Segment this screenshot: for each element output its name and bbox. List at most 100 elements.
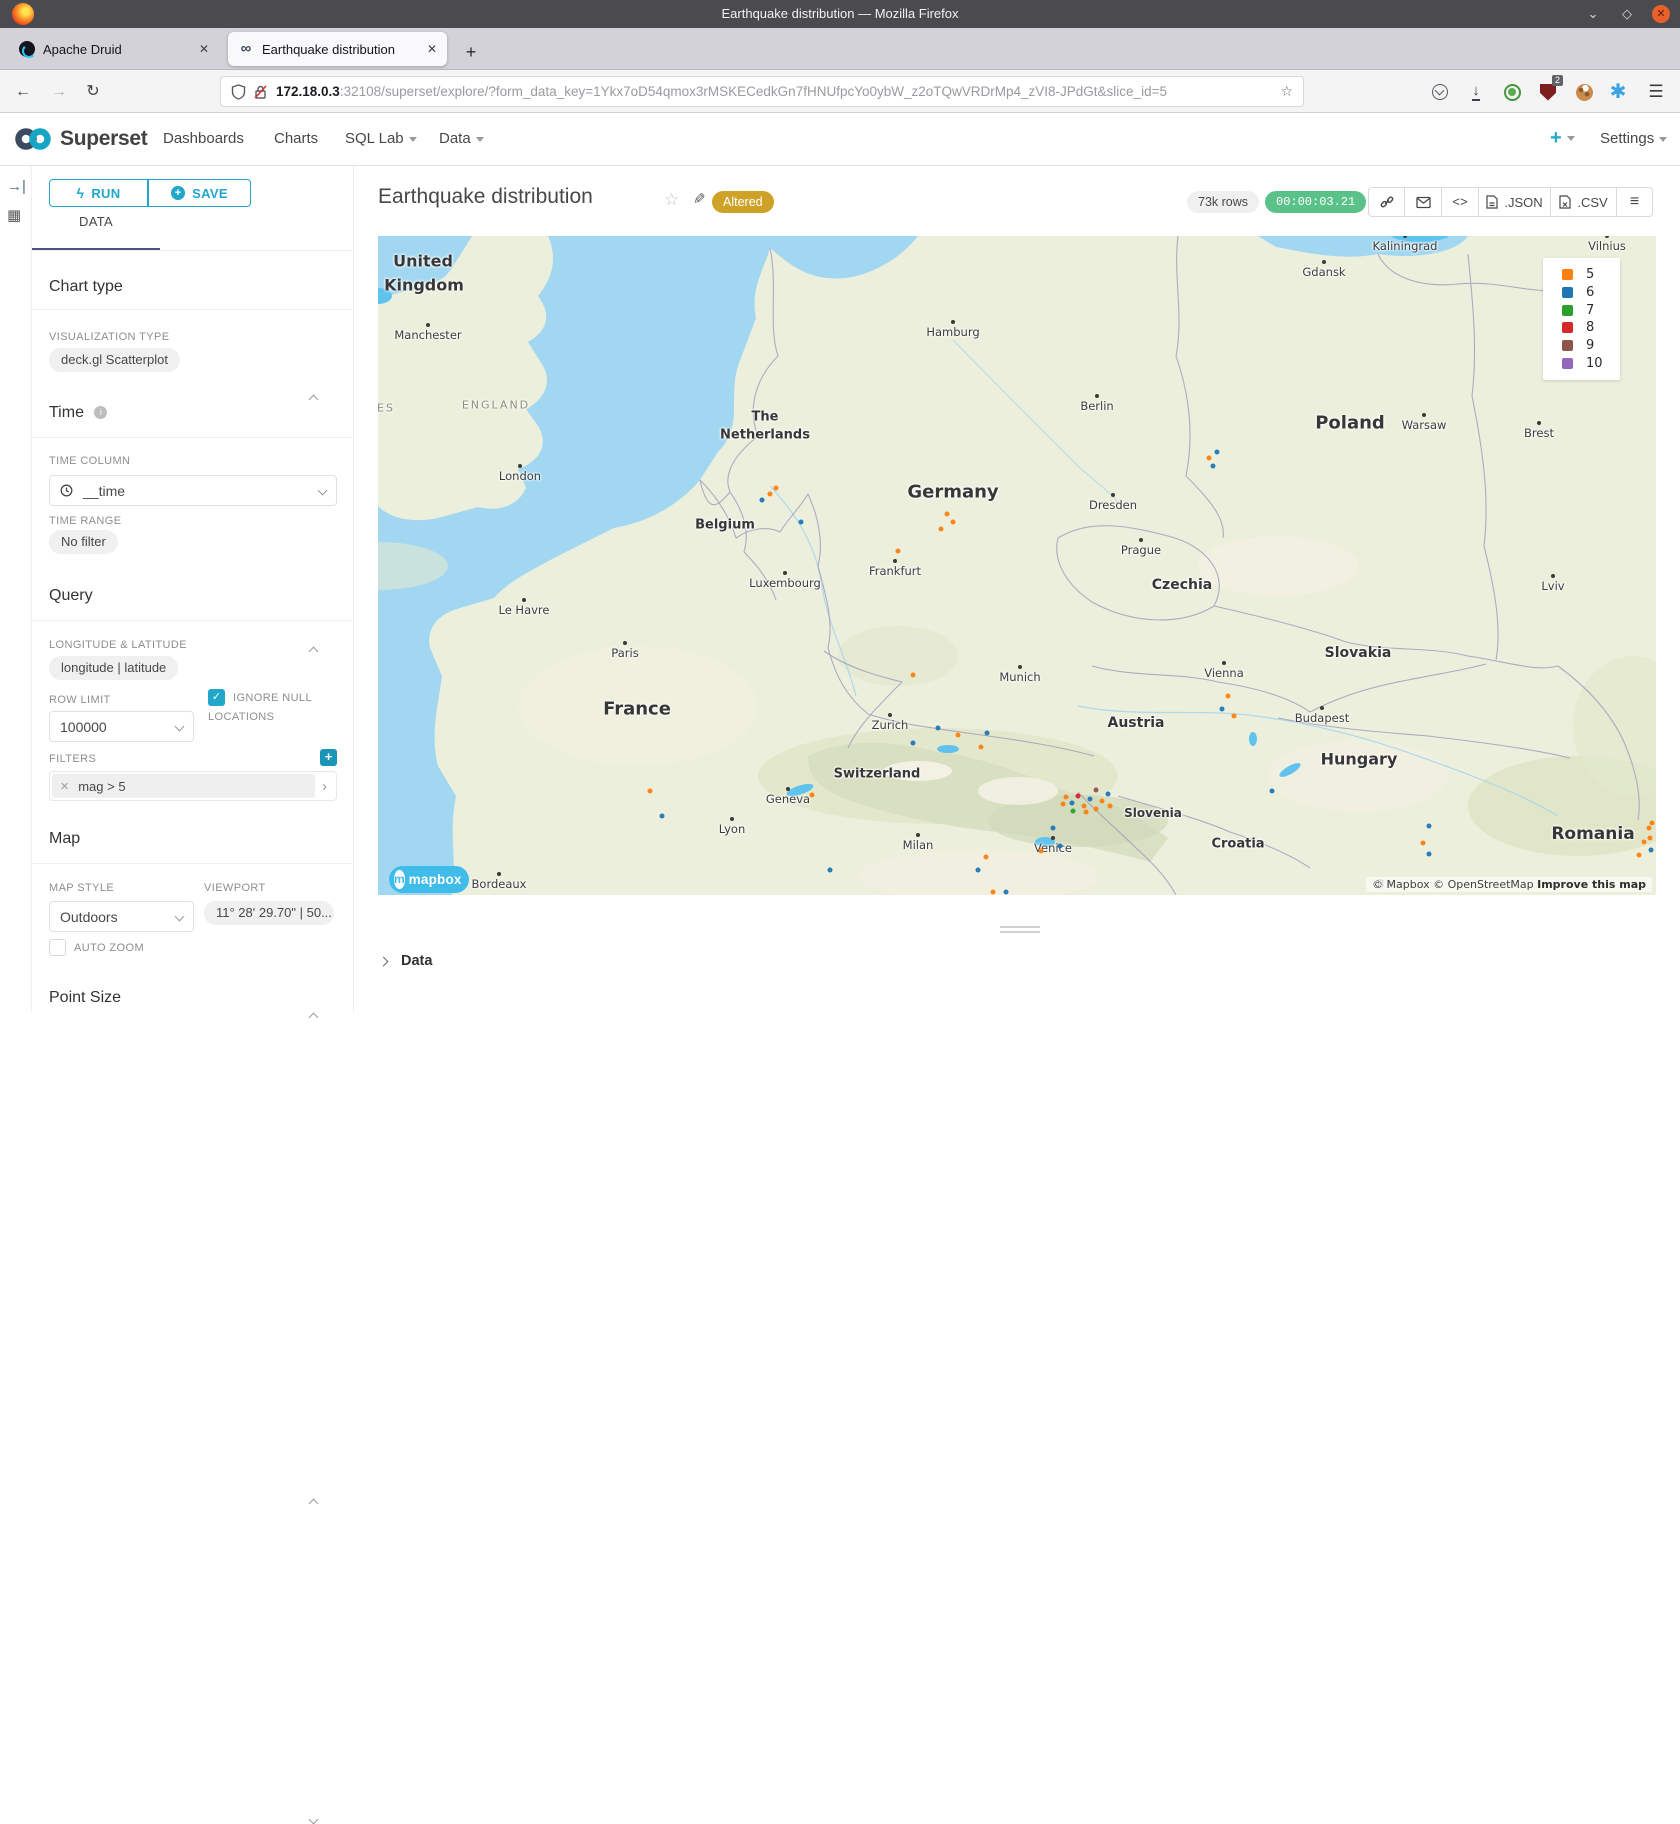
earthquake-point — [1427, 824, 1432, 829]
reload-button[interactable]: ↻ — [80, 79, 106, 105]
cookie-extension-icon[interactable] — [1572, 80, 1596, 104]
mapbox-logo[interactable]: m mapbox — [389, 866, 469, 893]
map-style-label: MAP STYLE — [49, 882, 114, 894]
time-range-value[interactable]: No filter — [49, 530, 118, 554]
section-time[interactable]: Time i — [49, 404, 337, 422]
map-city-dot — [518, 464, 522, 468]
export-csv-button[interactable]: .CSV — [1551, 187, 1617, 217]
menu-icon[interactable]: ☰ — [1644, 80, 1668, 104]
earthquake-point — [768, 492, 773, 497]
export-json-button[interactable]: .JSON — [1479, 187, 1551, 217]
improve-map-link[interactable]: Improve this map — [1537, 878, 1646, 891]
add-new-button[interactable]: + — [1550, 113, 1575, 165]
remove-filter-icon[interactable]: ✕ — [60, 780, 69, 793]
tab-close-icon[interactable]: ✕ — [427, 42, 437, 56]
tab-close-icon[interactable]: ✕ — [199, 42, 209, 56]
auto-zoom-checkbox[interactable] — [49, 939, 66, 956]
datasource-grid-icon[interactable]: ▦ — [7, 206, 25, 224]
map-country-label: Belgium — [695, 518, 755, 533]
filter-item[interactable]: ✕mag > 5 › — [49, 771, 337, 801]
url-text: 172.18.0.3:32108/superset/explore/?form_… — [276, 84, 1274, 99]
deckgl-map[interactable]: UnitedKingdomENGLANDESTheNetherlandsBelg… — [378, 236, 1656, 895]
row-limit-select[interactable]: 100000 — [49, 711, 194, 742]
forward-button[interactable]: → — [46, 79, 72, 105]
mapbox-attribution-link[interactable]: © Mapbox — [1372, 878, 1430, 891]
legend-swatch — [1562, 340, 1573, 351]
stylus-extension-icon[interactable]: ✱ — [1606, 80, 1630, 104]
email-button[interactable] — [1405, 187, 1442, 217]
viz-type-value[interactable]: deck.gl Scatterplot — [49, 348, 180, 372]
add-filter-button[interactable]: + — [320, 749, 337, 766]
insecure-lock-icon[interactable] — [253, 84, 268, 100]
brand-name: Superset — [60, 127, 147, 151]
maximize-icon[interactable]: ◇ — [1618, 6, 1636, 22]
earthquake-point — [1084, 810, 1089, 815]
map-style-select[interactable]: Outdoors — [49, 901, 194, 932]
map-city-label: London — [499, 469, 541, 483]
map-city-label: Berlin — [1080, 399, 1113, 413]
mapbox-icon: m — [394, 870, 405, 889]
ublock-icon[interactable]: 2 — [1536, 80, 1560, 104]
map-country-label: Slovenia — [1124, 806, 1182, 820]
altered-badge[interactable]: Altered — [712, 191, 774, 213]
map-city-dot — [1139, 538, 1143, 542]
section-query[interactable]: Query — [49, 587, 337, 605]
bookmark-star-icon[interactable]: ☆ — [1280, 83, 1293, 100]
settings-menu[interactable]: Settings — [1600, 113, 1667, 165]
back-button[interactable]: ← — [10, 79, 36, 105]
nav-sql-lab[interactable]: SQL Lab — [345, 113, 417, 165]
viewport-value[interactable]: 11° 28' 29.70" | 50... — [204, 901, 334, 925]
time-column-select[interactable]: __time — [49, 475, 337, 506]
section-chart-type[interactable]: Chart type — [49, 278, 337, 296]
chevron-down-icon — [318, 486, 328, 496]
tab-earthquake-distribution[interactable]: ∞ Earthquake distribution ✕ — [228, 32, 447, 66]
new-tab-button[interactable]: + — [458, 40, 484, 66]
tracking-shield-icon[interactable] — [231, 84, 246, 100]
plus-circle-icon: + — [171, 186, 185, 200]
earthquake-point — [1649, 848, 1654, 853]
divider — [32, 250, 354, 251]
nav-charts[interactable]: Charts — [274, 113, 318, 165]
section-point-size[interactable]: Point Size — [49, 989, 337, 1007]
legend-value: 7 — [1586, 303, 1594, 318]
window-close-icon[interactable]: ✕ — [1652, 5, 1670, 23]
more-options-button[interactable]: ≡ — [1617, 187, 1653, 217]
tab-apache-druid[interactable]: Apache Druid ✕ — [9, 32, 219, 66]
earthquake-point — [945, 512, 950, 517]
chevron-up-icon — [309, 1499, 319, 1509]
map-country-label: The — [752, 410, 779, 425]
clock-icon — [60, 484, 73, 497]
legend-swatch — [1562, 269, 1573, 280]
ignore-null-checkbox[interactable]: ✓ — [208, 689, 225, 706]
url-bar[interactable]: 172.18.0.3:32108/superset/explore/?form_… — [220, 76, 1304, 107]
copy-link-button[interactable] — [1368, 187, 1405, 217]
pocket-icon[interactable] — [1428, 80, 1452, 104]
panel-resize-handle[interactable] — [1000, 926, 1040, 933]
map-city-label: Vilnius — [1588, 239, 1626, 253]
lonlat-value[interactable]: longitude | latitude — [49, 656, 178, 680]
privacy-badger-icon[interactable] — [1500, 80, 1524, 104]
map-attribution: © Mapbox © OpenStreetMap Improve this ma… — [1366, 877, 1652, 892]
map-city-label: Kaliningrad — [1373, 239, 1438, 253]
minimize-icon[interactable]: ⌄ — [1584, 6, 1602, 22]
run-button[interactable]: ϟRUN — [49, 179, 148, 207]
nav-dashboards[interactable]: Dashboards — [163, 113, 244, 165]
map-city-label: Milan — [903, 838, 934, 852]
embed-code-button[interactable]: <> — [1442, 187, 1479, 217]
collapse-panel-icon[interactable]: →| — [7, 178, 25, 196]
earthquake-point — [956, 733, 961, 738]
downloads-icon[interactable]: ↓ — [1464, 80, 1488, 104]
data-tab[interactable]: DATA — [32, 214, 160, 229]
osm-attribution-link[interactable]: © OpenStreetMap — [1433, 878, 1534, 891]
earthquake-point — [1058, 844, 1063, 849]
map-country-label: Germany — [907, 482, 998, 503]
save-button[interactable]: +SAVE — [148, 179, 251, 207]
nav-data[interactable]: Data — [439, 113, 484, 165]
screen: Earthquake distribution — Mozilla Firefo… — [0, 0, 1680, 1012]
favorite-star-icon[interactable]: ☆ — [664, 190, 679, 210]
data-panel-toggle[interactable]: Data — [380, 953, 432, 969]
superset-logo[interactable]: Superset — [12, 125, 147, 153]
section-map[interactable]: Map — [49, 830, 337, 848]
earthquake-point — [760, 498, 765, 503]
edit-pencil-icon[interactable]: ✎ — [693, 190, 706, 208]
